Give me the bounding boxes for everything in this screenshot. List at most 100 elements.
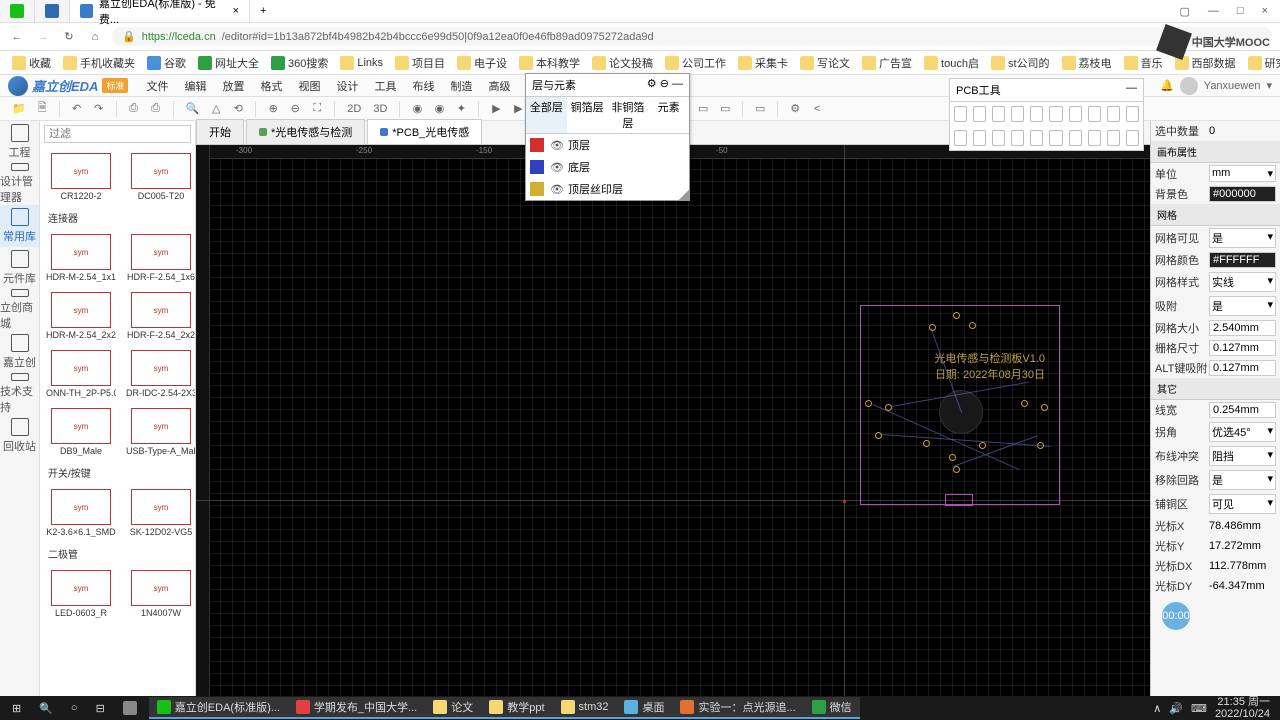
collapse-icon[interactable]: — <box>672 78 683 90</box>
toolbar-button[interactable]: ↷ <box>90 100 108 118</box>
browser-tab-2[interactable]: 嘉立创EDA(标准版) - 免费... × <box>70 0 250 22</box>
bookmark-item[interactable]: 公司工作 <box>661 53 730 73</box>
lib-component[interactable]: symUSB-Type-A_Male <box>122 404 196 460</box>
menu-item[interactable]: 工具 <box>366 76 404 96</box>
bookmark-item[interactable]: 项目目 <box>391 53 449 73</box>
toolbar-button[interactable]: ▭ <box>694 100 712 118</box>
rail-item[interactable]: 设计管理器 <box>0 163 39 205</box>
prop-select[interactable]: 阻挡▾ <box>1209 446 1276 466</box>
bookmark-item[interactable]: 谷歌 <box>143 53 190 73</box>
prop-input[interactable]: 0.127mm <box>1209 340 1276 356</box>
taskbar-app[interactable] <box>115 697 149 719</box>
menu-item[interactable]: 制造 <box>442 76 480 96</box>
toolbar-button[interactable]: 3D <box>369 103 391 115</box>
layers-tab[interactable]: 全部层 <box>526 97 567 133</box>
bookmark-item[interactable]: 360搜索 <box>267 53 332 73</box>
pcb-tool-button[interactable] <box>1030 130 1043 146</box>
taskbar-app[interactable]: 教学ppt <box>481 697 552 719</box>
lib-component[interactable]: symSK-12D02-VG5 <box>122 485 196 541</box>
prop-input[interactable]: 2.540mm <box>1209 320 1276 336</box>
record-timer[interactable]: 00:00 <box>1162 602 1190 630</box>
pcb-canvas[interactable]: -300-250-150-100-50 光电传感与检测板V1.0日期: 2022… <box>196 145 1150 696</box>
tray-expand-icon[interactable]: ∧ <box>1153 702 1161 715</box>
pcb-tool-button[interactable] <box>973 106 986 122</box>
lib-component[interactable]: symK2-3.6×6.1_SMD <box>42 485 120 541</box>
layer-row[interactable]: 👁底层 <box>526 156 689 178</box>
document-tab[interactable]: *PCB_光电传感 <box>367 119 482 144</box>
pcb-tool-button[interactable] <box>1011 130 1024 146</box>
toolbar-button[interactable]: ▶ <box>487 100 505 118</box>
toolbar-button[interactable]: ↶ <box>68 100 86 118</box>
pcb-tool-button[interactable] <box>954 130 967 146</box>
resize-handle[interactable] <box>679 190 689 200</box>
pcb-tool-button[interactable] <box>1011 106 1024 122</box>
pcb-tool-button[interactable] <box>1030 106 1043 122</box>
username[interactable]: Yanxuewen <box>1204 80 1261 92</box>
pcb-tool-button[interactable] <box>973 130 986 146</box>
layer-row[interactable]: 👁顶层丝印层 <box>526 178 689 200</box>
menu-item[interactable]: 视图 <box>290 76 328 96</box>
bookmark-item[interactable]: 收藏 <box>8 53 55 73</box>
menu-item[interactable]: 文件 <box>138 76 176 96</box>
prop-select[interactable]: 是▾ <box>1209 296 1276 316</box>
lib-component[interactable]: symDC005-T20 <box>122 149 196 205</box>
bookmark-item[interactable]: st公司的 <box>987 53 1054 73</box>
document-tab[interactable]: *光电传感与检测 <box>246 119 365 144</box>
toolbar-button[interactable]: ⚙ <box>786 100 804 118</box>
minimize-icon[interactable]: — <box>1126 82 1137 98</box>
menu-item[interactable]: 格式 <box>252 76 290 96</box>
pcb-tool-button[interactable] <box>1049 130 1062 146</box>
pcb-tools-panel[interactable]: PCB工具— <box>949 78 1144 151</box>
menu-item[interactable]: 布线 <box>404 76 442 96</box>
prop-select[interactable]: 可见▾ <box>1209 494 1276 514</box>
taskbar-app[interactable]: 微信 <box>804 697 860 719</box>
lib-component[interactable]: symCR1220-2 <box>42 149 120 205</box>
rail-item[interactable]: 常用库 <box>0 205 39 247</box>
toolbar-button[interactable]: ▭ <box>716 100 734 118</box>
gear-icon[interactable]: ⚙ <box>647 78 657 90</box>
prop-input[interactable]: #FFFFFF <box>1209 252 1276 268</box>
taskview-button[interactable]: ⊟ <box>88 700 113 717</box>
pcb-tool-button[interactable] <box>1107 106 1120 122</box>
taskbar-app[interactable]: stm32 <box>553 697 617 719</box>
prop-input[interactable]: 0.127mm <box>1209 360 1276 376</box>
pcb-tool-button[interactable] <box>1126 130 1139 146</box>
taskbar-app[interactable]: 桌面 <box>616 697 672 719</box>
rail-item[interactable]: 回收站 <box>0 415 39 457</box>
menu-item[interactable]: 编辑 <box>176 76 214 96</box>
taskbar-app[interactable]: 实验一：点光源追... <box>672 697 803 719</box>
prop-select[interactable]: 是▾ <box>1209 470 1276 490</box>
bookmark-item[interactable]: 本科教学 <box>515 53 584 73</box>
home-button[interactable]: ⌂ <box>86 31 104 43</box>
taskbar-app[interactable]: 嘉立创EDA(标准版)... <box>149 697 288 719</box>
prop-select[interactable]: mm▾ <box>1209 165 1276 182</box>
bookmark-item[interactable]: 荔枝电 <box>1058 53 1116 73</box>
url-input[interactable]: 🔒 https://lceda.cn/editor#id=1b13a872bf4… <box>112 27 1272 46</box>
lib-component[interactable]: symHDR-M-2.54_1x1 <box>42 230 120 286</box>
bookmark-item[interactable]: 手机收藏夹 <box>59 53 139 73</box>
layers-tab[interactable]: 铜箔层 <box>567 97 608 133</box>
prop-select[interactable]: 实线▾ <box>1209 272 1276 292</box>
bell-icon[interactable]: 🔔 <box>1160 79 1174 92</box>
lib-component[interactable]: symDB9_Male <box>42 404 120 460</box>
pcb-tool-button[interactable] <box>1088 106 1101 122</box>
pcb-tool-button[interactable] <box>954 106 967 122</box>
taskbar-app[interactable]: 论文 <box>425 697 481 719</box>
chevron-down-icon[interactable]: ▾ <box>1266 79 1272 92</box>
pcb-tool-button[interactable] <box>992 106 1005 122</box>
lib-component[interactable]: symHDR-M-2.54_2x2 <box>42 288 120 344</box>
minimize-icon[interactable]: ⊖ <box>660 78 669 90</box>
pcb-tool-button[interactable] <box>1069 106 1082 122</box>
toolbar-button[interactable]: < <box>808 100 826 118</box>
toolbar-button[interactable]: 🔍 <box>182 102 204 115</box>
bookmark-item[interactable]: touch启 <box>920 53 983 73</box>
minimize-icon[interactable]: — <box>1208 5 1219 18</box>
prop-select[interactable]: 优选45°▾ <box>1209 422 1276 442</box>
browser-tab-0[interactable] <box>0 0 35 22</box>
win-alt-icon[interactable]: ▢ <box>1180 5 1190 18</box>
toolbar-button[interactable]: ◉ <box>430 100 448 118</box>
library-filter-input[interactable] <box>44 125 191 143</box>
cortana-button[interactable]: ○ <box>63 700 86 716</box>
toolbar-button[interactable]: ⊕ <box>264 100 282 118</box>
prop-input[interactable]: #000000 <box>1209 186 1276 202</box>
